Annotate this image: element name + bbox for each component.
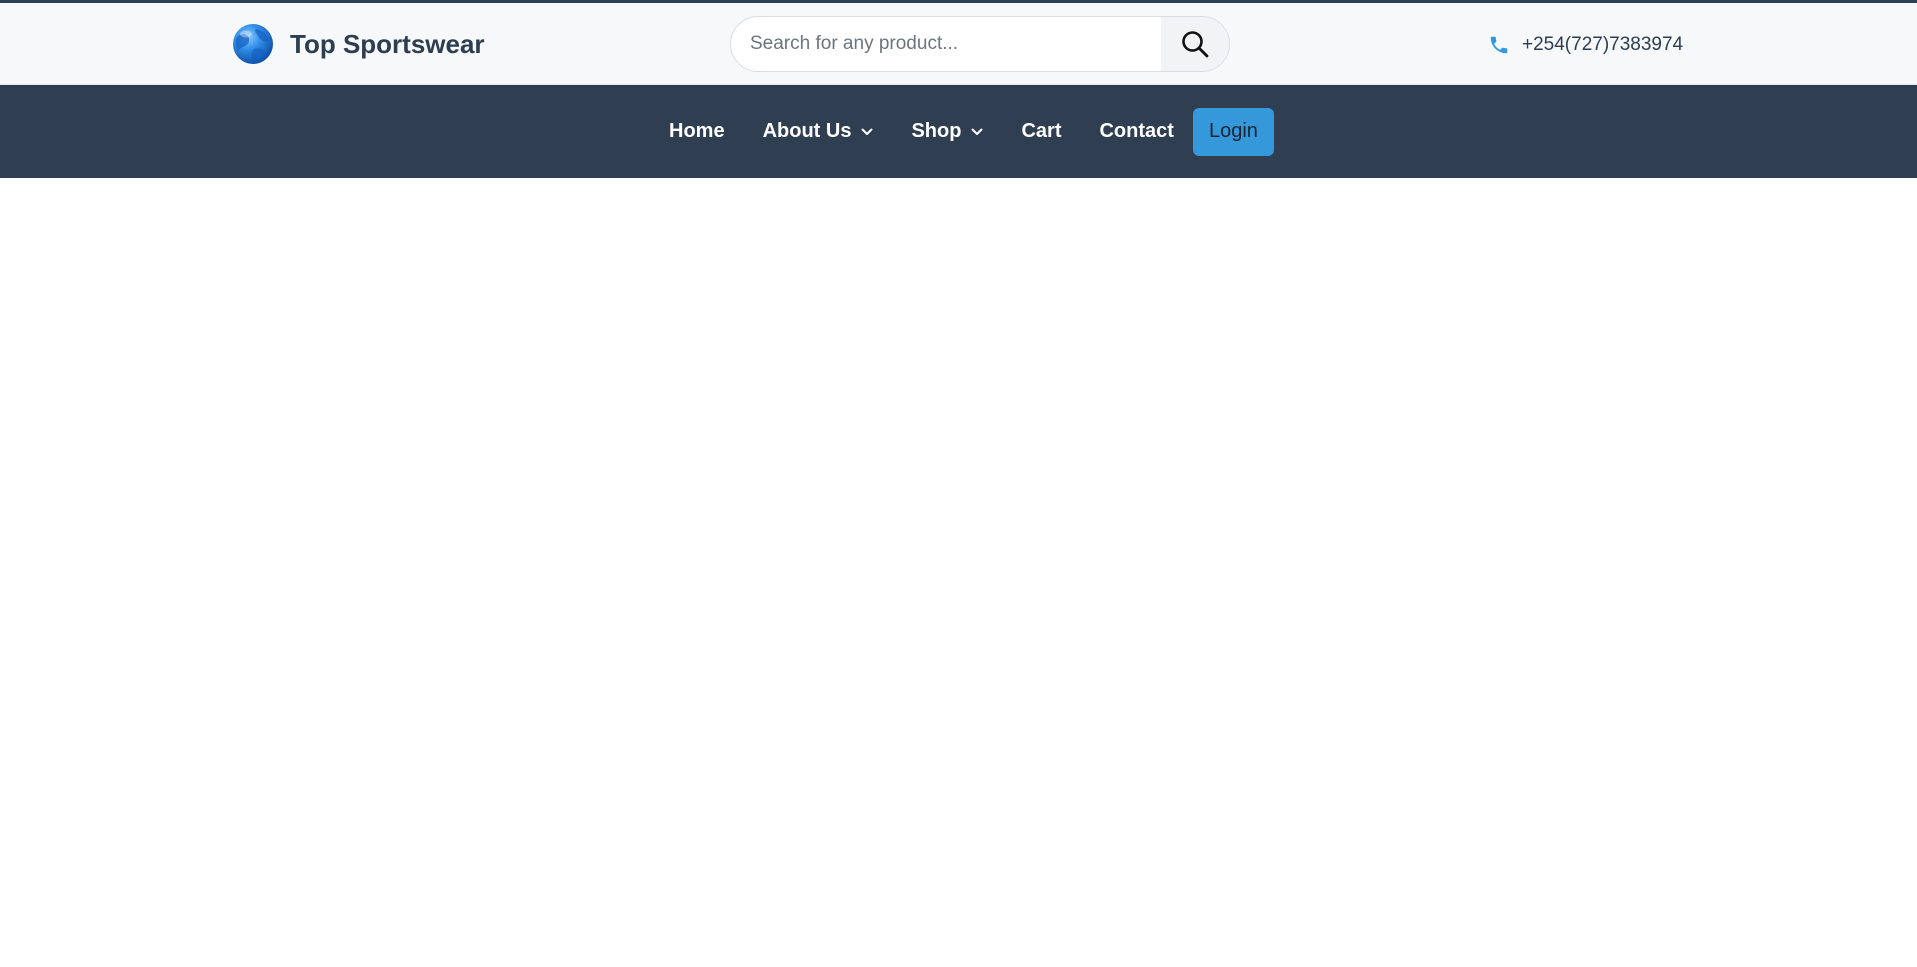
nav-item-label: About Us [762, 120, 852, 142]
nav-item-label: Shop [911, 120, 962, 142]
nav-item-about-us[interactable]: About Us [744, 120, 893, 143]
main-content [0, 178, 1917, 967]
search-input[interactable] [731, 17, 1161, 71]
login-button[interactable]: Login [1192, 107, 1274, 156]
phone-icon [1490, 36, 1508, 54]
search-icon [1182, 31, 1209, 58]
chevron-down-icon [971, 128, 983, 135]
phone-contact[interactable]: +254(727)7383974 [1488, 33, 1683, 57]
search-button[interactable] [1161, 17, 1229, 71]
nav-item-contact[interactable]: Contact [1080, 120, 1192, 143]
top-header: Top Sportswear +254(727)7383974 [0, 3, 1917, 85]
phone-number: +254(727)7383974 [1522, 34, 1684, 55]
nav-item-shop[interactable]: Shop [892, 120, 1002, 143]
search-bar [730, 16, 1230, 72]
nav-item-label: Home [669, 120, 725, 142]
nav-item-cart[interactable]: Cart [1002, 120, 1080, 143]
globe-icon [233, 24, 273, 64]
brand-name: Top Sportswear [290, 28, 485, 59]
chevron-down-icon [861, 128, 873, 135]
brand[interactable]: Top Sportswear [232, 23, 485, 65]
nav-item-label: Contact [1099, 120, 1174, 142]
nav-list: Home About Us Shop Cart Contact Login [650, 85, 1274, 178]
nav-item-label: Cart [1021, 120, 1062, 142]
main-navbar: Home About Us Shop Cart Contact Login [0, 85, 1917, 178]
nav-item-home[interactable]: Home [650, 120, 744, 143]
